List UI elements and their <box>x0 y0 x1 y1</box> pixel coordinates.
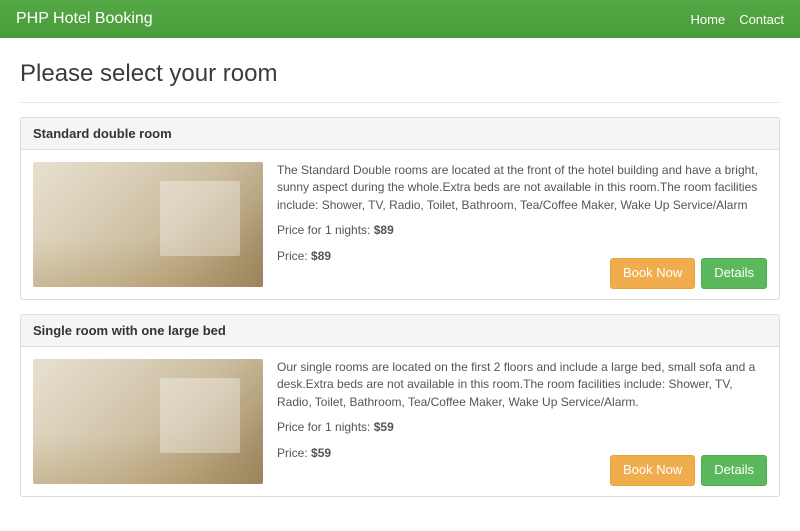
price-value: $89 <box>311 249 331 263</box>
room-actions: Book Now Details <box>610 258 767 289</box>
price-nights-label: Price for 1 nights: <box>277 420 374 434</box>
room-panel: Single room with one large bed Our singl… <box>20 314 780 497</box>
room-name: Standard double room <box>21 118 779 150</box>
room-image <box>33 359 263 484</box>
price-nights-label: Price for 1 nights: <box>277 223 374 237</box>
room-description: The Standard Double rooms are located at… <box>277 162 767 214</box>
price-nights-value: $59 <box>374 420 394 434</box>
room-body: The Standard Double rooms are located at… <box>21 150 779 299</box>
room-description: Our single rooms are located on the firs… <box>277 359 767 411</box>
nav-links: Home Contact <box>691 12 785 27</box>
room-image <box>33 162 263 287</box>
room-name: Single room with one large bed <box>21 315 779 347</box>
book-now-button[interactable]: Book Now <box>610 258 695 289</box>
separator <box>20 102 780 103</box>
price-label: Price: <box>277 446 311 460</box>
nav-link-home[interactable]: Home <box>691 12 726 27</box>
main-container: Please select your room Standard double … <box>20 60 780 531</box>
room-price-nights: Price for 1 nights: $89 <box>277 222 767 239</box>
brand: PHP Hotel Booking <box>16 10 153 28</box>
room-text: Our single rooms are located on the firs… <box>277 359 767 470</box>
nav-link-contact[interactable]: Contact <box>739 12 784 27</box>
book-now-button[interactable]: Book Now <box>610 455 695 486</box>
room-price-nights: Price for 1 nights: $59 <box>277 419 767 436</box>
price-nights-value: $89 <box>374 223 394 237</box>
details-button[interactable]: Details <box>701 455 767 486</box>
price-label: Price: <box>277 249 311 263</box>
page-title: Please select your room <box>20 60 780 88</box>
room-actions: Book Now Details <box>610 455 767 486</box>
price-value: $59 <box>311 446 331 460</box>
navbar: PHP Hotel Booking Home Contact <box>0 0 800 38</box>
details-button[interactable]: Details <box>701 258 767 289</box>
room-text: The Standard Double rooms are located at… <box>277 162 767 273</box>
room-panel: Standard double room The Standard Double… <box>20 117 780 300</box>
room-body: Our single rooms are located on the firs… <box>21 347 779 496</box>
